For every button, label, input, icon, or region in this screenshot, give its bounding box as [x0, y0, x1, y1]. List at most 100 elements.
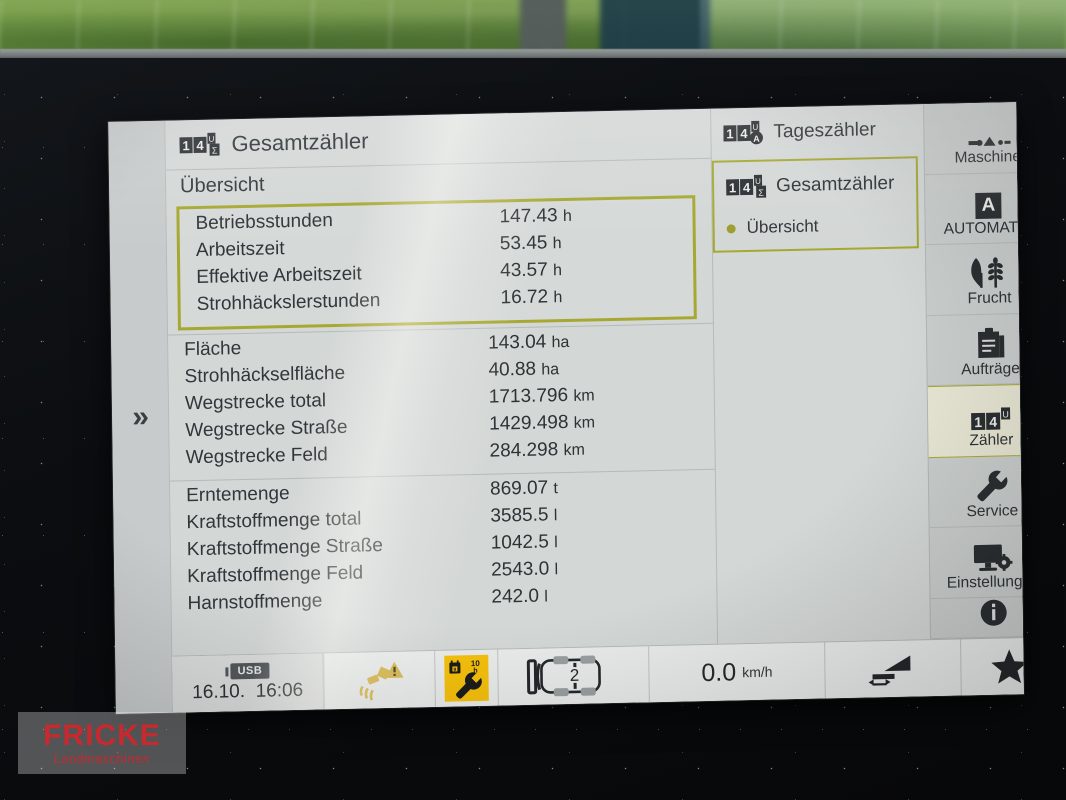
row-label: Erntemenge — [185, 483, 290, 507]
status-gps-warning[interactable] — [323, 650, 435, 710]
svg-text:Σ: Σ — [212, 146, 218, 156]
row-label: Arbeitszeit — [195, 238, 285, 262]
svg-text:4: 4 — [740, 126, 748, 141]
sidebar-item-info[interactable] — [930, 596, 1024, 640]
nav-item-tageszaehler[interactable]: 1 4 U A Tageszähler — [711, 104, 924, 159]
svg-text:1: 1 — [729, 180, 736, 195]
row-label: Wegstrecke Straße — [185, 416, 348, 442]
nav-item-label: Gesamtzähler — [775, 172, 895, 197]
sidebar-item-auftraege[interactable]: Aufträge — [926, 313, 1024, 387]
svg-text:1: 1 — [182, 138, 189, 153]
svg-text:1: 1 — [974, 414, 982, 430]
counters-main: 1 4 U Σ Gesamtzähler Übersicht Betriebss… — [165, 109, 717, 656]
counter-nav-panel: 1 4 U A Tageszähler 1 4 U Σ Gesamtzähler… — [710, 104, 931, 644]
sidebar-item-label: Service — [966, 502, 1019, 521]
sidebar-item-zaehler[interactable]: 1 4 U Zähler — [927, 383, 1024, 458]
expand-rail[interactable]: » — [108, 120, 172, 714]
grain-ears-icon — [968, 255, 1010, 290]
star-icon — [990, 648, 1024, 685]
row-label: Wegstrecke Feld — [185, 444, 328, 469]
svg-text:U: U — [755, 177, 761, 186]
usb-badge: USB — [225, 662, 270, 680]
svg-text:4: 4 — [989, 414, 997, 430]
outdoor-background — [0, 0, 1066, 62]
status-machine[interactable]: 2 — [497, 646, 649, 706]
status-header-adjust[interactable] — [824, 639, 961, 699]
status-favorite[interactable] — [960, 637, 1024, 696]
page-title-text: Gesamtzähler — [231, 128, 369, 157]
row-label: Effektive Arbeitszeit — [196, 263, 362, 289]
info-icon — [977, 597, 1011, 628]
counter-day-icon: 1 4 U A — [723, 120, 763, 146]
row-value: 869.07 t — [489, 477, 559, 500]
sidebar-item-service[interactable]: Service — [928, 455, 1024, 529]
counter-group-hours[interactable]: Betriebsstunden 147.43 h Arbeitszeit 53.… — [176, 195, 697, 331]
row-label: Strohhäckselfläche — [184, 362, 346, 388]
main-sidebar: Maschine A AUTOMATIC Frucht Aufträge 1 4… — [923, 102, 1024, 640]
watermark-tagline: Landmaschinen — [53, 751, 151, 766]
speed-unit: km/h — [742, 663, 773, 681]
row-label: Strohhäckslerstunden — [196, 290, 381, 316]
row-value: 143.04 ha — [488, 331, 570, 354]
row-label: Kraftstoffmenge Feld — [187, 562, 364, 588]
svg-text:2: 2 — [570, 666, 580, 685]
row-label: Harnstoffmenge — [187, 590, 323, 615]
combine-harvester-icon — [959, 113, 1015, 148]
counter-14-icon: 1 4 U — [969, 397, 1013, 432]
counter-total-icon: 1 4 U Σ — [726, 174, 767, 200]
machine-topview-icon: 2 — [524, 653, 623, 699]
row-label: Wegstrecke total — [184, 390, 327, 415]
sidebar-item-label: Aufträge — [961, 359, 1020, 379]
nav-item-gesamtzaehler[interactable]: 1 4 U Σ Gesamtzähler Übersicht — [711, 156, 919, 253]
row-value: 1713.796 km — [488, 384, 595, 408]
header-adjust-icon — [864, 650, 922, 687]
row-value: 242.0 l — [491, 585, 548, 608]
counter-group-quantities[interactable]: Erntemenge 869.07 t Kraftstoffmenge tota… — [169, 468, 717, 627]
sidebar-item-einstellungen[interactable]: Einstellungen — [929, 525, 1024, 600]
terminal-screen: » 1 4 U Σ Gesamtzähler Übersicht Betrieb… — [108, 102, 1024, 714]
svg-text:U: U — [209, 135, 215, 144]
wrench-icon — [975, 467, 1009, 502]
svg-text:U: U — [752, 123, 758, 132]
row-label: Fläche — [184, 338, 242, 361]
svg-text:A: A — [753, 134, 760, 144]
nav-item-gesamtzaehler-header[interactable]: 1 4 U Σ Gesamtzähler — [714, 158, 917, 212]
svg-text:9: 9 — [453, 667, 456, 673]
sidebar-item-label: Frucht — [967, 289, 1012, 308]
nav-subitem-label: Übersicht — [746, 216, 819, 238]
row-label: Betriebsstunden — [195, 210, 334, 235]
row-value: 43.57 h — [500, 259, 563, 282]
service-wrench-icon: 9 10 h — [444, 654, 489, 702]
sidebar-item-label: Maschine — [954, 148, 1022, 167]
row-value: 284.298 km — [489, 439, 585, 462]
status-service-due[interactable]: 9 10 h — [434, 649, 498, 707]
svg-text:1: 1 — [726, 126, 733, 141]
photo-stage: » 1 4 U Σ Gesamtzähler Übersicht Betrieb… — [0, 0, 1066, 800]
sidebar-item-maschine[interactable]: Maschine — [924, 102, 1024, 175]
expand-chevron-icon[interactable]: » — [132, 400, 148, 433]
row-value: 53.45 h — [499, 232, 562, 255]
row-value: 40.88 ha — [488, 358, 560, 381]
status-datetime: USB 16.10. 16:06 — [172, 653, 323, 713]
monitor-gear-icon — [972, 538, 1014, 573]
usb-pin-icon — [225, 666, 229, 676]
watermark-brand: FRICKE — [43, 718, 161, 752]
row-value: 1429.498 km — [489, 411, 596, 435]
usb-label: USB — [230, 662, 270, 680]
row-value: 2543.0 l — [490, 558, 559, 581]
counter-total-icon: 1 4 U Σ — [179, 132, 220, 157]
automatic-a-icon: A — [975, 184, 1002, 219]
svg-text:U: U — [1002, 410, 1009, 420]
row-value: 16.72 h — [500, 286, 563, 309]
svg-text:Σ: Σ — [758, 188, 764, 198]
speed-value: 0.0 — [701, 657, 737, 687]
nav-subitem-uebersicht[interactable]: Übersicht — [714, 208, 916, 242]
fricke-watermark: FRICKE Landmaschinen — [18, 712, 186, 774]
sidebar-item-frucht[interactable]: Frucht — [925, 242, 1024, 316]
counter-group-distance[interactable]: Fläche 143.04 ha Strohhäckselfläche 40.8… — [168, 322, 715, 481]
svg-text:4: 4 — [743, 180, 751, 195]
sidebar-item-label: AUTOMATIC — [943, 218, 1024, 238]
row-value: 1042.5 l — [490, 531, 558, 554]
row-label: Kraftstoffmenge Straße — [186, 535, 384, 561]
sidebar-item-automatic[interactable]: A AUTOMATIC — [924, 171, 1024, 246]
